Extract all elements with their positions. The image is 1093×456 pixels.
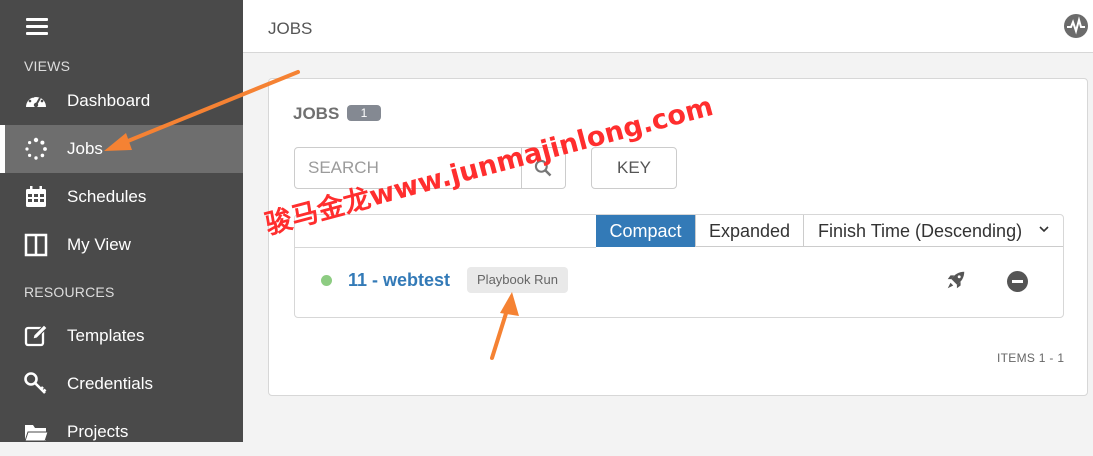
sidebar-item-label: Jobs: [67, 139, 103, 158]
key-icon: [24, 372, 47, 394]
jobs-spinner-icon: [25, 137, 47, 160]
panel-title: JOBS: [293, 104, 340, 123]
sidebar-item-label: Dashboard: [67, 91, 151, 110]
sidebar-item-dashboard[interactable]: Dashboard: [0, 77, 243, 125]
cancel-job-icon[interactable]: [1007, 271, 1028, 292]
sidebar-item-credentials[interactable]: Credentials: [0, 360, 243, 408]
sort-label: Finish Time (Descending): [818, 221, 1023, 241]
jobs-list: Compact Expanded Finish Time (Descending…: [294, 214, 1064, 318]
dashboard-icon: [26, 95, 46, 108]
items-count: ITEMS 1 - 1: [997, 351, 1065, 365]
job-name-link[interactable]: 11 - webtest: [348, 270, 450, 291]
sidebar-item-my-view[interactable]: My View: [0, 221, 243, 269]
edit-icon: [24, 324, 48, 347]
sidebar-item-label: Credentials: [67, 374, 153, 393]
folder-icon: [24, 425, 48, 442]
sidebar-item-label: Projects: [67, 422, 129, 441]
sidebar-item-label: My View: [67, 235, 131, 254]
section-resources: RESOURCES: [24, 284, 115, 300]
job-count-badge: 1: [347, 105, 381, 121]
sidebar-item-jobs[interactable]: Jobs: [0, 125, 243, 173]
sidebar-item-projects[interactable]: Projects: [0, 408, 243, 456]
sort-dropdown[interactable]: Finish Time (Descending): [803, 215, 1063, 247]
page-title: JOBS: [268, 19, 313, 38]
sidebar-item-schedules[interactable]: Schedules: [0, 173, 243, 221]
activity-stream-icon[interactable]: [1064, 14, 1088, 38]
chevron-down-icon: [1039, 226, 1049, 233]
section-views: VIEWS: [24, 58, 71, 74]
sidebar: VIEWS Dashboard Jobs Schedules My View R…: [0, 0, 243, 442]
top-bar: JOBS: [243, 0, 1093, 53]
view-expanded-button[interactable]: Expanded: [695, 215, 803, 247]
relaunch-rocket-icon[interactable]: [945, 269, 967, 291]
job-type-tag: Playbook Run: [467, 267, 568, 293]
sidebar-item-templates[interactable]: Templates: [0, 312, 243, 360]
key-button[interactable]: KEY: [591, 147, 677, 189]
calendar-icon: [26, 186, 46, 207]
sidebar-item-label: Schedules: [67, 187, 147, 206]
status-success-icon: [321, 275, 332, 286]
columns-icon: [24, 233, 48, 257]
sidebar-item-label: Templates: [67, 326, 145, 345]
hamburger-menu-icon[interactable]: [26, 18, 48, 36]
view-compact-button[interactable]: Compact: [596, 215, 695, 247]
